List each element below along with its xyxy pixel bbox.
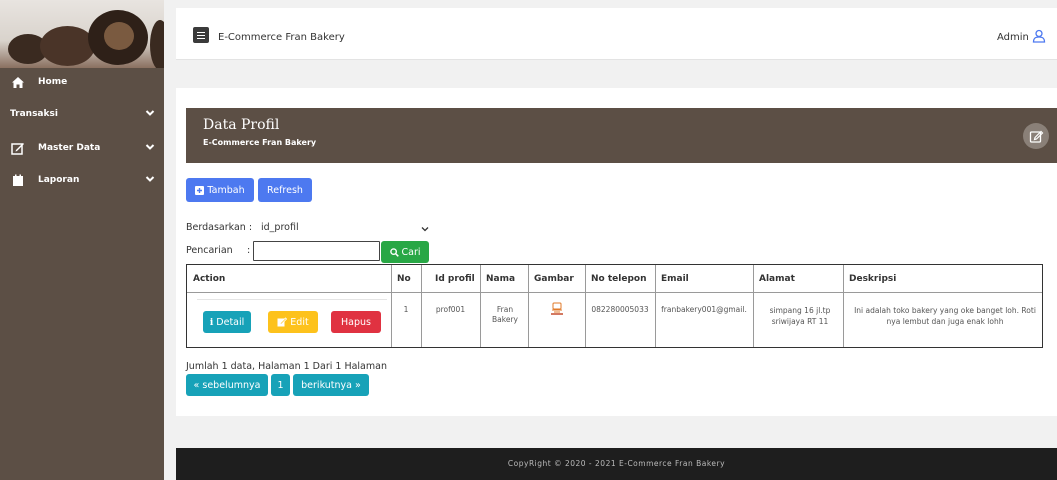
home-icon	[12, 77, 24, 88]
search-icon	[389, 247, 399, 257]
sidebar-banner-image	[0, 0, 164, 68]
pagination-prev-label: « sebelumnya	[193, 379, 261, 391]
menu-toggle-icon[interactable]	[193, 27, 209, 43]
table-header-no: No	[397, 274, 411, 284]
column-divider	[528, 265, 529, 347]
filter-by-select[interactable]: id_profil	[253, 218, 435, 238]
bakery-logo-icon	[549, 302, 565, 316]
sidebar-item-laporan[interactable]: Laporan	[0, 166, 164, 196]
sidebar-item-label: Home	[38, 77, 68, 87]
table-header-id-profil: Id profil	[435, 274, 475, 284]
cell-email: franbakery001@gmail.	[661, 305, 747, 314]
search-button[interactable]: Cari	[381, 241, 429, 263]
profile-data-card: Data Profil E-Commerce Fran Bakery Tamba…	[176, 88, 1057, 416]
pagination-next-button[interactable]: berikutnya »	[293, 374, 369, 396]
column-divider	[843, 265, 844, 347]
action-cell-divider	[197, 299, 387, 300]
column-divider	[753, 265, 754, 347]
page-footer: CopyRight © 2020 - 2021 E-Commerce Fran …	[176, 448, 1057, 480]
refresh-button[interactable]: Refresh	[258, 178, 312, 202]
profile-table: Action No Id profil Nama Gambar No telep…	[186, 264, 1043, 348]
app-title: E-Commerce Fran Bakery	[218, 32, 345, 43]
table-header-nama: Nama	[486, 274, 516, 284]
chevron-down-icon	[145, 110, 155, 116]
plus-square-icon	[195, 185, 205, 195]
sidebar-item-transaksi[interactable]: Transaksi	[0, 100, 164, 130]
detail-button[interactable]: i Detail	[203, 311, 251, 333]
header-divider	[187, 292, 1042, 293]
pagination-page-label: 1	[277, 379, 284, 391]
refresh-button-label: Refresh	[267, 184, 303, 196]
chevron-down-icon	[145, 144, 155, 150]
column-divider	[480, 265, 481, 347]
sidebar-item-master-data[interactable]: Master Data	[0, 134, 164, 164]
cell-id-profil: prof001	[435, 305, 466, 314]
table-header-deskripsi: Deskripsi	[849, 274, 897, 284]
edit-icon	[11, 143, 24, 155]
pagination-next-label: berikutnya »	[301, 379, 361, 391]
sidebar-item-home[interactable]: Home	[0, 68, 164, 98]
delete-button-label: Hapus	[341, 316, 371, 328]
cell-no: 1	[403, 305, 409, 314]
cell-deskripsi: Ini adalah toko bakery yang oke banget l…	[854, 306, 1036, 326]
edit-icon	[1029, 130, 1044, 143]
search-input[interactable]	[253, 241, 380, 261]
table-header-email: Email	[661, 274, 689, 284]
filter-by-value: id_profil	[261, 222, 299, 233]
detail-button-label: Detail	[216, 316, 245, 328]
cell-nama: Fran Bakery	[492, 305, 518, 324]
page-title: Data Profil	[203, 117, 280, 133]
edit-button[interactable]: Edit	[268, 311, 318, 333]
table-header-telepon: No telepon	[591, 274, 647, 284]
edit-icon	[277, 317, 288, 327]
add-button[interactable]: Tambah	[186, 178, 254, 202]
admin-label[interactable]: Admin	[997, 32, 1029, 43]
table-header-action: Action	[193, 274, 226, 284]
copyright-text: CopyRight © 2020 - 2021 E-Commerce Fran …	[507, 459, 726, 468]
top-navbar: E-Commerce Fran Bakery Admin	[176, 8, 1057, 60]
add-button-label: Tambah	[207, 184, 245, 196]
folder-icon	[13, 174, 23, 186]
info-icon: i	[209, 316, 214, 328]
edit-button-label: Edit	[290, 316, 309, 328]
sidebar-item-label: Laporan	[38, 175, 80, 185]
search-button-label: Cari	[401, 246, 421, 258]
filter-by-label: Berdasarkan :	[186, 222, 253, 233]
cell-telepon: 082280005033	[591, 305, 649, 314]
chevron-down-icon	[421, 227, 429, 232]
sidebar: Home Transaksi Master Data Laporan	[0, 0, 164, 480]
sidebar-item-label: Transaksi	[10, 109, 58, 119]
page-subtitle: E-Commerce Fran Bakery	[203, 138, 317, 147]
table-header-alamat: Alamat	[759, 274, 795, 284]
sidebar-item-label: Master Data	[38, 143, 101, 153]
search-label: Pencarian	[186, 245, 233, 256]
pagination-info: Jumlah 1 data, Halaman 1 Dari 1 Halaman	[186, 361, 387, 372]
header-edit-button[interactable]	[1023, 123, 1049, 149]
table-header-gambar: Gambar	[534, 274, 574, 284]
column-divider	[655, 265, 656, 347]
user-icon[interactable]	[1032, 29, 1046, 43]
pagination-page-button[interactable]: 1	[271, 374, 290, 396]
search-colon: :	[247, 245, 251, 256]
card-header: Data Profil E-Commerce Fran Bakery	[186, 108, 1057, 163]
chevron-down-icon	[145, 176, 155, 182]
pagination-prev-button[interactable]: « sebelumnya	[186, 374, 268, 396]
delete-button[interactable]: Hapus	[331, 311, 381, 333]
cell-alamat: simpang 16 jl.tp sriwijaya RT 11	[769, 306, 831, 326]
